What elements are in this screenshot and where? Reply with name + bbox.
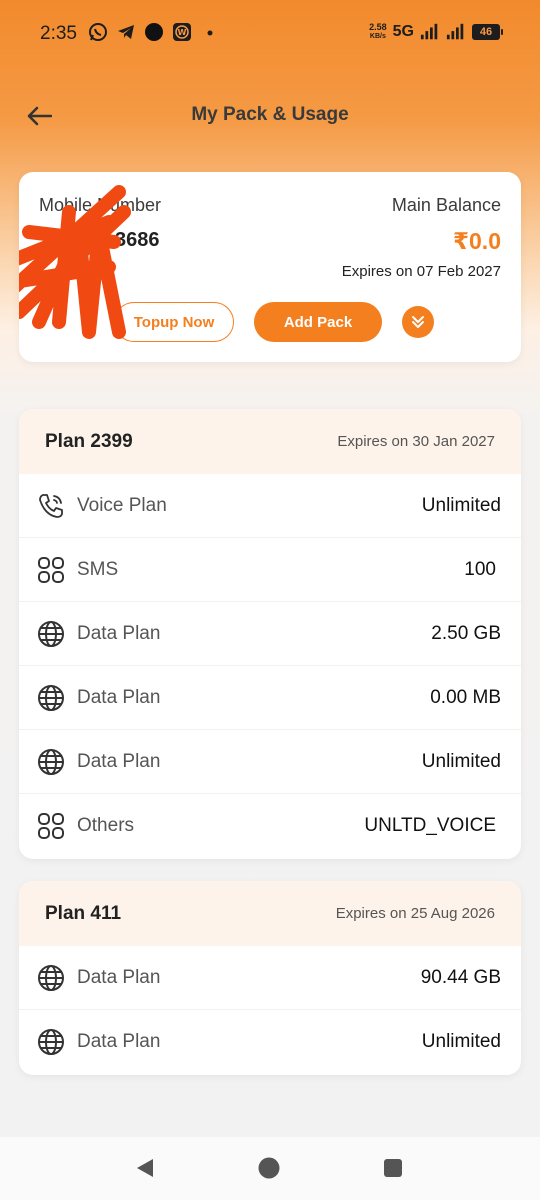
plan-row: Voice Plan Unlimited [19, 474, 521, 538]
plan-row: Data Plan 0.00 MB [19, 666, 521, 730]
nav-recents-button[interactable] [379, 1154, 407, 1182]
circle-home-icon [258, 1157, 280, 1179]
double-chevron-down-icon [412, 316, 424, 328]
plan-row: Others UNLTD_VOICE [19, 794, 521, 858]
main-balance-value: ₹0.0 [453, 228, 501, 254]
status-time: 2:35 [40, 23, 77, 44]
globe-icon [38, 749, 64, 775]
row-label: SMS [77, 559, 119, 580]
globe-icon [38, 685, 64, 711]
whatsapp-icon [88, 22, 108, 42]
plan-row: SMS 100 [19, 538, 521, 602]
plan-header: Plan 2399 Expires on 30 Jan 2027 [19, 409, 521, 474]
network-type: 5G [392, 23, 414, 40]
row-label: Others [77, 815, 135, 836]
plan-row: Data Plan Unlimited [19, 730, 521, 794]
row-label: Data Plan [77, 1031, 161, 1052]
row-value: Unlimited [421, 751, 501, 772]
status-bar: 2:35 W 2.58 KB/s 5G 46 [0, 0, 540, 70]
net-speed-unit: KB/s [369, 33, 386, 40]
row-value: 90.44 GB [420, 967, 501, 988]
add-pack-button[interactable]: Add Pack [254, 302, 382, 342]
row-label: Data Plan [77, 623, 161, 644]
more-dot-icon [200, 22, 220, 42]
plan-name: Plan 411 [45, 903, 122, 924]
row-label: Voice Plan [77, 495, 167, 516]
row-label: Data Plan [77, 751, 161, 772]
plan-card[interactable]: Plan 2399 Expires on 30 Jan 2027 Voice P… [19, 409, 521, 859]
row-value: Unlimited [421, 1031, 501, 1052]
row-label: Data Plan [77, 687, 161, 708]
signal-icon [420, 22, 440, 42]
row-value: 0.00 MB [430, 687, 501, 708]
grid-icon [38, 813, 64, 839]
plan-name: Plan 2399 [45, 431, 133, 452]
grid-icon [38, 557, 64, 583]
redaction-scribble [19, 185, 131, 339]
row-value: 100 [464, 559, 496, 580]
phone-icon [39, 494, 63, 518]
row-value: Unlimited [421, 495, 501, 516]
plan-row: Data Plan Unlimited [19, 1010, 521, 1074]
main-balance-label: Main Balance [391, 195, 501, 215]
plan-header: Plan 411 Expires on 25 Aug 2026 [19, 881, 521, 946]
notification-icons: W [88, 22, 220, 42]
telegram-icon [116, 22, 136, 42]
globe-icon [38, 1029, 64, 1055]
nav-back-button[interactable] [131, 1154, 159, 1182]
globe-icon [38, 621, 64, 647]
row-value: UNLTD_VOICE [364, 815, 496, 836]
row-label: Data Plan [77, 967, 161, 988]
net-speed: 2.58 KB/s [369, 23, 387, 41]
nav-home-button[interactable] [255, 1154, 283, 1182]
dot-circle-icon [144, 22, 164, 42]
plan-row: Data Plan 2.50 GB [19, 602, 521, 666]
plan-row: Data Plan 90.44 GB [19, 946, 521, 1010]
svg-text:W: W [178, 28, 187, 37]
system-nav-bar [0, 1137, 540, 1200]
account-card: Mobile Number Main Balance 3686 ₹0.0 Exp… [19, 172, 521, 362]
balance-expiry: Expires on 07 Feb 2027 [341, 263, 501, 280]
plan-card[interactable]: Plan 411 Expires on 25 Aug 2026 Data Pla… [19, 881, 521, 1075]
battery-icon: 46 [472, 24, 503, 40]
square-recents-icon [384, 1159, 402, 1177]
globe-icon [38, 965, 64, 991]
status-right: 2.58 KB/s 5G 46 [369, 22, 503, 42]
plan-expiry: Expires on 25 Aug 2026 [335, 905, 495, 922]
triangle-back-icon [137, 1159, 153, 1177]
net-speed-value: 2.58 [369, 22, 387, 32]
signal-icon [446, 22, 466, 42]
plan-expiry: Expires on 30 Jan 2027 [337, 433, 495, 450]
app-w-icon: W [172, 22, 192, 42]
page-title: My Pack & Usage [191, 104, 349, 125]
expand-button[interactable] [402, 306, 434, 338]
row-value: 2.50 GB [431, 623, 501, 644]
